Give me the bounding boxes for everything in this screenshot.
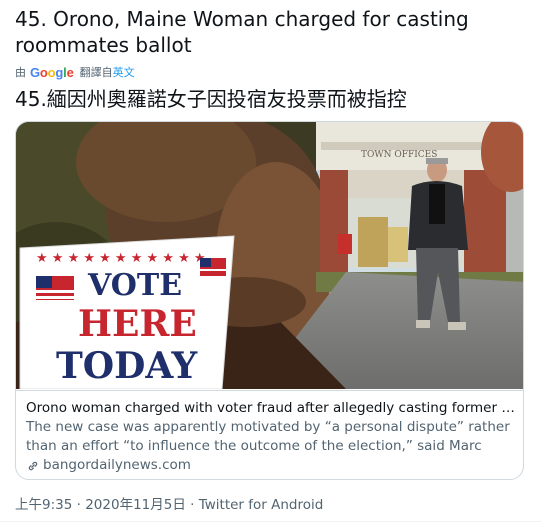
google-logo[interactable]: Google bbox=[30, 65, 74, 80]
link-icon bbox=[28, 461, 38, 470]
translated-from-label: 翻譯自 bbox=[79, 66, 113, 79]
svg-text:★ ★ ★ ★ ★ ★ ★ ★ ★ ★ ★: ★ ★ ★ ★ ★ ★ ★ ★ ★ ★ ★ bbox=[36, 251, 206, 266]
translated-tweet-text: 45.緬因州奧羅諾女子因投宿友投票而被指控 bbox=[15, 87, 407, 111]
meta-separator-2: · bbox=[190, 497, 195, 513]
card-image[interactable]: TOWN OFFICES ★ ★ ★ ★ ★ ★ ★ ★ ★ ★ ★ VOTE … bbox=[16, 122, 524, 389]
tweet-client-link[interactable]: Twitter for Android bbox=[199, 497, 324, 513]
tweet-metadata: 上午9:35 · 2020年11月5日 · Twitter for Androi… bbox=[15, 493, 323, 513]
translation-attribution: 由 Google 翻譯自 英文 bbox=[15, 63, 135, 81]
tweet-time-link[interactable]: 上午9:35 bbox=[15, 497, 72, 513]
sign-line-today: TODAY bbox=[56, 345, 199, 387]
card-text-area[interactable]: Orono woman charged with voter fraud aft… bbox=[16, 390, 523, 479]
building-sign-text: TOWN OFFICES bbox=[361, 150, 437, 160]
tweet-date-link[interactable]: 2020年11月5日 bbox=[85, 497, 186, 513]
tweet-text: 45. Orono, Maine Woman charged for casti… bbox=[15, 7, 469, 57]
divider bbox=[0, 521, 541, 522]
meta-separator: · bbox=[76, 497, 81, 513]
card-domain-text: bangordailynews.com bbox=[43, 457, 191, 473]
card-description: The new case was apparently motivated by… bbox=[26, 419, 510, 454]
sign-line-here: HERE bbox=[78, 303, 197, 345]
vote-here-today-sign: ★ ★ ★ ★ ★ ★ ★ ★ ★ ★ ★ VOTE HERE TODAY bbox=[19, 235, 235, 389]
translated-by-label: 由 bbox=[15, 66, 26, 79]
sign-line-vote: VOTE bbox=[87, 268, 182, 303]
link-preview-card[interactable]: TOWN OFFICES ★ ★ ★ ★ ★ ★ ★ ★ ★ ★ ★ VOTE … bbox=[15, 121, 524, 480]
card-domain: bangordailynews.com bbox=[26, 456, 515, 475]
card-title: Orono woman charged with voter fraud aft… bbox=[26, 400, 515, 416]
source-language-link[interactable]: 英文 bbox=[113, 64, 135, 80]
